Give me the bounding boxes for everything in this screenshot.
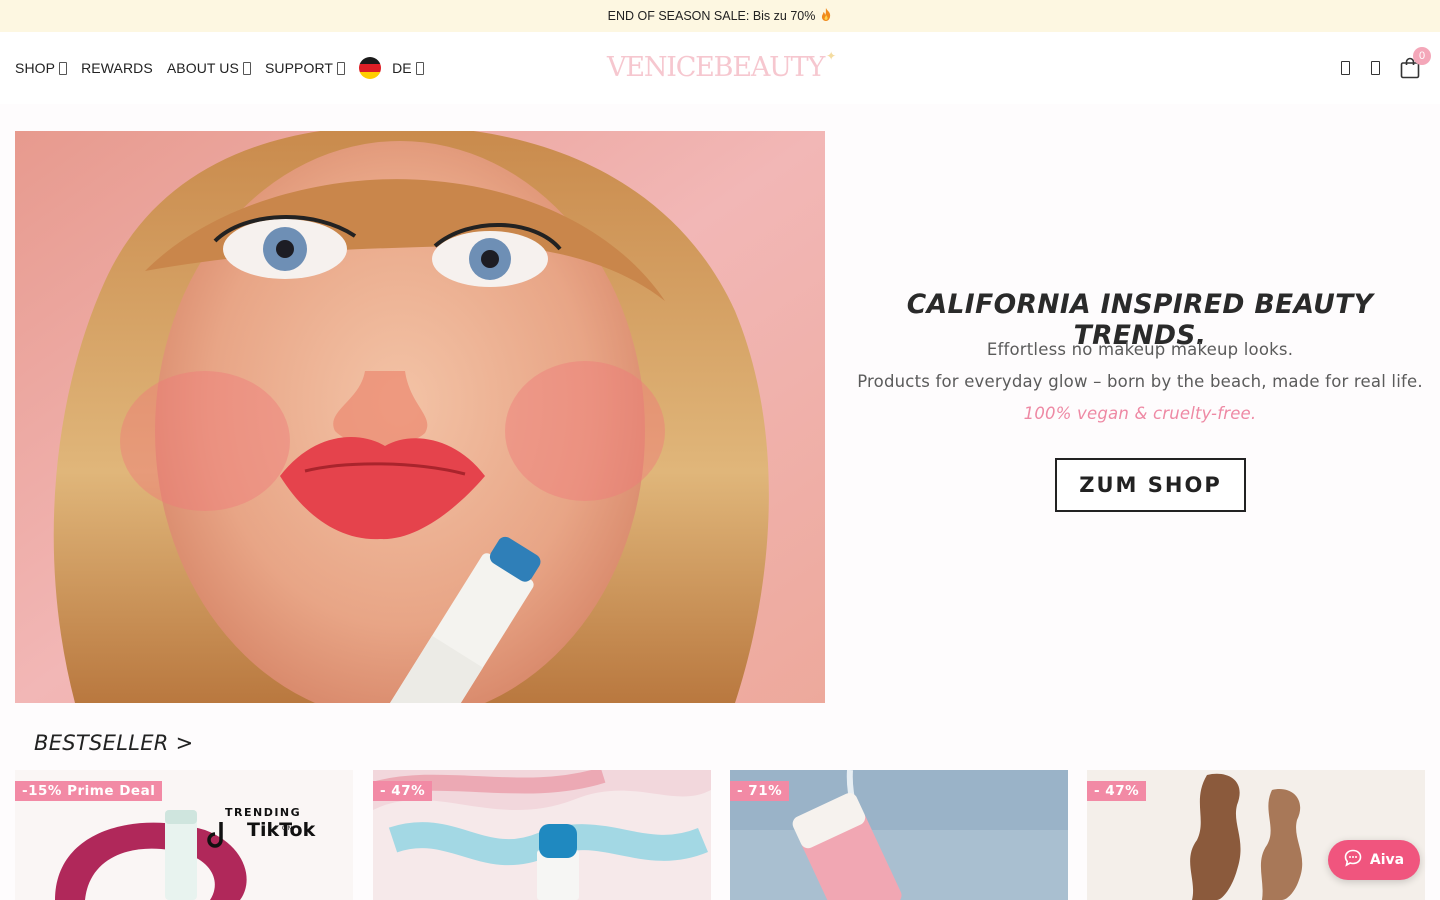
logo-text: VENICEBEAUTY [607,51,825,83]
discount-badge: -15% Prime Deal [15,781,163,801]
product-carousel: TRENDING # ON TikTok -15% Prime Deal - 4… [15,770,1425,900]
chevron-down-icon [59,61,68,75]
discount-badge: - 47% [1087,781,1147,801]
brand-logo[interactable]: VENICEBEAUTY ✦ [607,44,836,90]
discount-badge: - 47% [373,781,433,801]
cart-count-badge: 0 [1413,47,1431,65]
product-card[interactable]: - 47% [373,770,711,900]
shop-now-button[interactable]: ZUM SHOP [1055,458,1246,512]
hero-copy: CALIFORNIA INSPIRED BEAUTY TRENDS. Effor… [840,131,1440,703]
site-header: SHOP REWARDS ABOUT US SUPPORT DE VENICEB… [0,32,1440,104]
language-label: DE [392,60,412,76]
hero-vegan-note: 100% vegan & cruelty-free. [1023,404,1257,423]
hero-subtitle-2: Products for everyday glow – born by the… [857,372,1423,391]
product-card[interactable]: - 47% [1087,770,1425,900]
language-selector[interactable]: DE [359,57,424,79]
nav-item-rewards[interactable]: REWARDS [81,60,153,76]
germany-flag-icon [359,57,382,79]
sparkle-icon: ✦ [826,49,836,63]
hero-subtitle-1: Effortless no makeup makeup looks. [986,340,1294,359]
discount-badge: - 71% [730,781,790,801]
shopping-bag-icon[interactable]: 0 [1398,47,1431,80]
trending-label: TRENDING [225,806,301,819]
chat-label: Aiva [1369,852,1405,868]
product-card[interactable]: - 71% [730,770,1068,900]
bestseller-heading[interactable]: BESTSELLER > [34,731,194,755]
main-nav: SHOP REWARDS ABOUT US SUPPORT DE [15,32,438,104]
nav-label-rewards: REWARDS [81,60,153,76]
nav-label-about-us: ABOUT US [166,60,239,76]
search-icon[interactable] [1338,59,1352,77]
chevron-down-icon [415,61,424,75]
user-icon[interactable] [1368,59,1382,77]
nav-item-shop[interactable]: SHOP [15,60,68,76]
tiktok-label: TikTok [247,819,316,841]
fire-icon [820,8,832,24]
product-card[interactable]: TRENDING # ON TikTok -15% Prime Deal [15,770,353,900]
nav-item-about-us[interactable]: ABOUT US [167,60,251,76]
nav-label-shop: SHOP [15,60,56,76]
header-icons: 0 [1322,32,1431,104]
announcement-bar: END OF SEASON SALE: Bis zu 70% [0,0,1440,32]
announcement-text: END OF SEASON SALE: Bis zu 70% [607,9,816,23]
chevron-down-icon [242,61,251,75]
chat-launcher-button[interactable]: Aiva [1328,840,1420,880]
chevron-down-icon [337,61,346,75]
hero-image[interactable] [15,131,825,703]
nav-item-support[interactable]: SUPPORT [264,60,346,76]
nav-label-support: SUPPORT [264,60,334,76]
chat-bubble-icon [1344,849,1362,871]
